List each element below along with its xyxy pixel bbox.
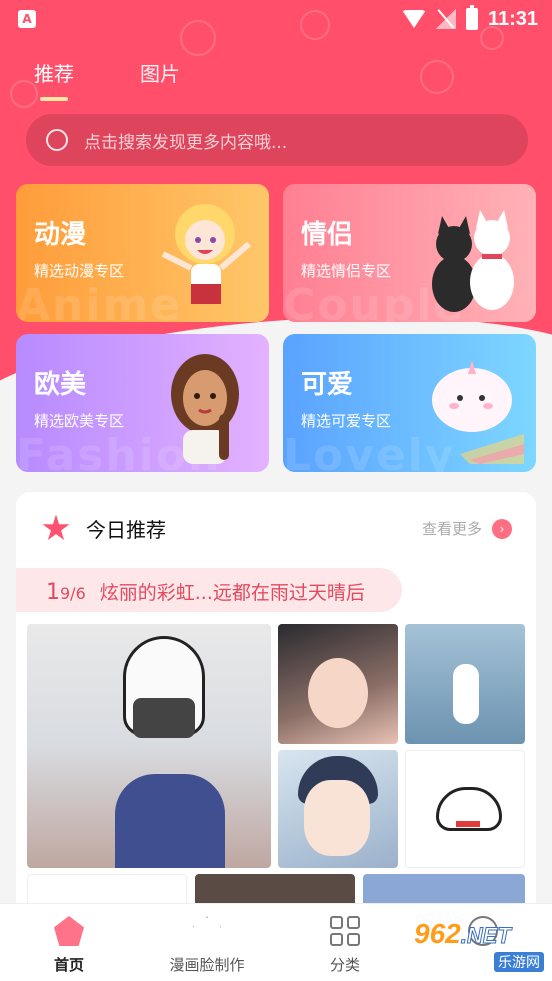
grid-icon: [330, 916, 360, 946]
tab-label: 漫画脸制作: [169, 956, 245, 974]
anime-girl-illustration: [161, 204, 251, 304]
face-shape: [304, 780, 370, 856]
card-title: 可爱: [301, 370, 354, 400]
see-more-link[interactable]: 查看更多 ›: [422, 518, 512, 539]
couple-cats-illustration: [432, 210, 514, 312]
quote-text: 炫丽的彩虹...远都在雨过天晴后: [99, 582, 365, 604]
cute-cat-illustration: [432, 360, 524, 464]
tab-recommend[interactable]: 推荐: [34, 58, 74, 101]
tab-category[interactable]: 分类: [276, 904, 414, 981]
no-signal-icon: [435, 9, 456, 29]
visor-shape: [133, 698, 195, 738]
star-icon: [42, 514, 70, 540]
tab-label: 首页: [53, 956, 84, 974]
search-icon: [46, 129, 68, 151]
today-header: 今日推荐: [42, 514, 166, 543]
battery-icon: [465, 5, 478, 30]
card-title: 情侣: [301, 220, 354, 250]
face-shape: [308, 658, 368, 728]
category-card-western[interactable]: Fashion 欧美 精选欧美专区: [16, 334, 269, 472]
quote-month: 9/6: [60, 584, 86, 603]
star-icon: [192, 916, 222, 944]
image-tile[interactable]: [405, 750, 525, 868]
watermark-brand: 962: [414, 918, 461, 949]
image-tile[interactable]: [278, 750, 398, 868]
tab-manga-face[interactable]: 漫画脸制作: [138, 904, 276, 981]
image-tile[interactable]: [27, 624, 271, 868]
card-title: 欧美: [34, 370, 87, 400]
search-bar[interactable]: 点击搜索发现更多内容哦...: [26, 114, 528, 166]
status-time: 11:31: [487, 7, 538, 30]
card-title: 动漫: [34, 220, 87, 250]
card-subtitle: 精选欧美专区: [34, 412, 125, 430]
category-card-couple[interactable]: Couple 情侣 精选情侣专区: [283, 184, 536, 322]
astronaut-shape: [453, 664, 479, 724]
wifi-icon: [401, 10, 426, 28]
quote-day: 1: [46, 580, 60, 605]
chevron-right-icon: ›: [492, 518, 512, 539]
app-notification-icon: A: [18, 10, 36, 28]
home-icon: [54, 916, 84, 946]
card-subtitle: 精选动漫专区: [34, 262, 125, 280]
today-recommend-panel: 今日推荐 查看更多 › 1 9/6 炫丽的彩虹...远都在雨过天晴后: [16, 492, 536, 912]
body-shape: [115, 774, 225, 868]
card-subtitle: 精选可爱专区: [301, 412, 392, 430]
card-subtitle: 精选情侣专区: [301, 262, 392, 280]
collar-shape: [456, 821, 480, 827]
watermark-suffix: .NET: [460, 923, 511, 949]
category-card-cute[interactable]: Lovely 可爱 精选可爱专区: [283, 334, 536, 472]
watermark-site: 乐游网: [494, 952, 544, 972]
doodle-decoration: [420, 60, 454, 94]
image-tile[interactable]: [405, 624, 525, 744]
top-tabs: 推荐 图片: [34, 58, 180, 101]
today-title: 今日推荐: [86, 518, 166, 542]
tab-home[interactable]: 首页: [0, 904, 138, 981]
image-tile[interactable]: [278, 624, 398, 744]
western-girl-illustration: [171, 354, 239, 464]
category-card-anime[interactable]: Anime 动漫 精选动漫专区: [16, 184, 269, 322]
status-indicators: 11:31: [401, 5, 538, 32]
watermark-logo: 962.NET: [414, 918, 511, 950]
daily-quote: 1 9/6 炫丽的彩虹...远都在雨过天晴后: [16, 568, 402, 612]
see-more-label: 查看更多: [421, 520, 482, 538]
status-bar: A 11:31: [0, 0, 552, 38]
site-watermark: 962.NET 乐游网: [414, 918, 548, 974]
tab-label: 分类: [329, 956, 360, 974]
search-placeholder: 点击搜索发现更多内容哦...: [84, 132, 288, 153]
tab-pictures[interactable]: 图片: [140, 58, 180, 101]
